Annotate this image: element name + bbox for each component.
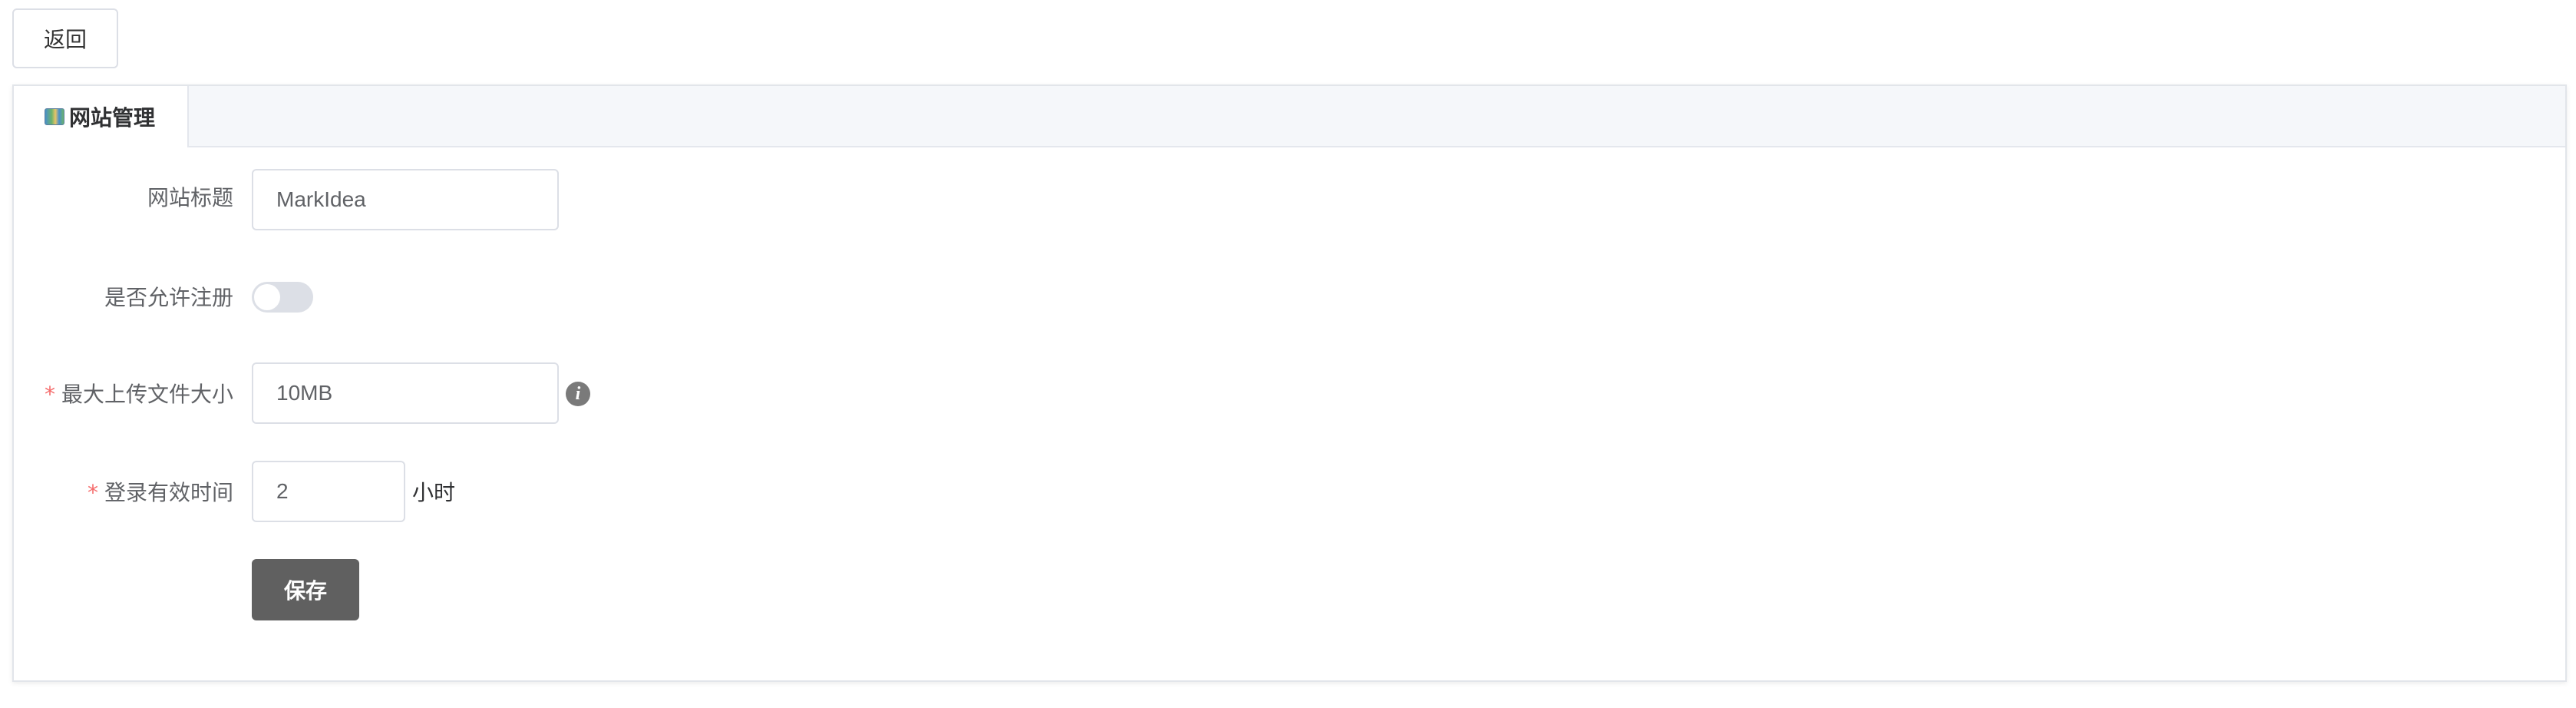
login-valid-time-input[interactable]: 2 — [252, 461, 405, 522]
tab-bar: 网站管理 — [14, 86, 2565, 147]
tab-label: 网站管理 — [69, 105, 156, 131]
info-icon[interactable]: i — [566, 382, 590, 406]
login-valid-time-label: * 登录有效时间 — [88, 476, 233, 507]
allow-register-label: 是否允许注册 — [104, 285, 233, 310]
save-button[interactable]: 保存 — [252, 559, 359, 620]
toggle-knob — [254, 284, 280, 310]
login-valid-time-label-text: 登录有效时间 — [104, 480, 233, 505]
max-upload-size-input[interactable]: 10MB — [252, 362, 559, 424]
tab-site-management[interactable]: 网站管理 — [14, 86, 189, 147]
site-title-input[interactable]: MarkIdea — [252, 169, 559, 230]
allow-register-toggle[interactable] — [252, 282, 313, 313]
site-title-label: 网站标题 — [147, 185, 233, 210]
required-mark: * — [44, 382, 55, 407]
required-mark: * — [87, 480, 98, 505]
max-upload-size-label: * 最大上传文件大小 — [45, 378, 233, 409]
back-button[interactable]: 返回 — [12, 8, 118, 68]
login-valid-time-unit: 小时 — [412, 480, 456, 505]
map-icon — [45, 108, 64, 125]
max-upload-size-label-text: 最大上传文件大小 — [61, 382, 233, 407]
